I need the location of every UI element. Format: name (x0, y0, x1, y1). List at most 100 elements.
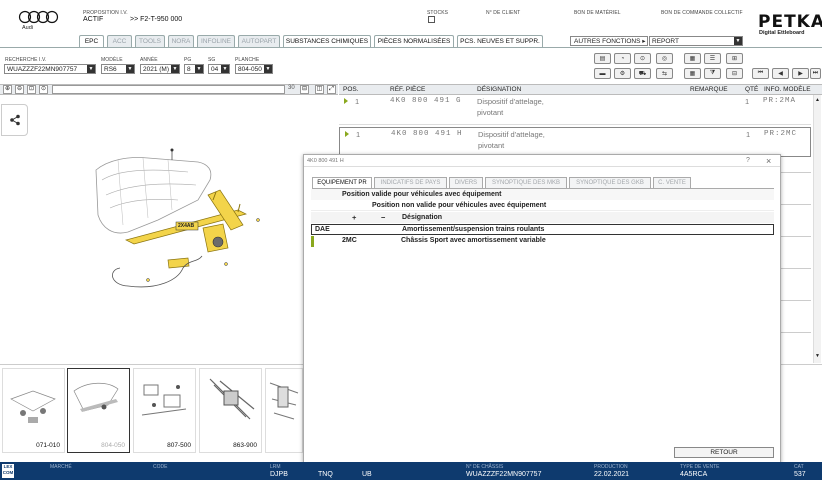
filter-icon[interactable]: ⧩ (704, 68, 721, 79)
annee-select[interactable]: 2021 (M) ▼ (140, 64, 180, 74)
tab-infoline[interactable]: INFOLINE (197, 35, 235, 47)
zoom-level: 30 (288, 85, 295, 91)
last-icon[interactable]: ⏭ (810, 68, 821, 79)
fit-width-icon[interactable]: ⊟ (300, 85, 309, 94)
sg-select[interactable]: 04 ▼ (208, 64, 230, 74)
basket-icon[interactable]: ⊟ (726, 68, 743, 79)
table-row[interactable]: 1 4K0 800 491 H Dispositif d'attelage, p… (339, 127, 811, 157)
pr-row-selected[interactable]: DAE Amortissement/suspension trains roul… (311, 224, 774, 235)
tab-synoptique-gkb[interactable]: SYNOPTIQUE DES GKB (569, 177, 651, 188)
zoom-fit-icon[interactable]: ⊡ (27, 85, 36, 94)
thumbnail-label: 804-050 (101, 442, 125, 449)
report-select-value: REPORT (652, 37, 679, 45)
col-pos: POS. (343, 86, 359, 93)
tab-autopart[interactable]: AUTOPART (238, 35, 280, 47)
row-divider (781, 300, 811, 301)
report-select[interactable]: REPORT ▼ (649, 36, 743, 46)
planche-select[interactable]: 804-050 ▼ (235, 64, 273, 74)
retour-button[interactable]: RETOUR (674, 447, 774, 458)
doc-icon[interactable]: ▦ (684, 53, 701, 64)
stocks-checkbox[interactable] (428, 16, 435, 23)
prev-icon[interactable]: ◀ (772, 68, 789, 79)
row-divider (781, 268, 811, 269)
col-minus: − (381, 213, 386, 222)
scroll-up-icon[interactable]: ▲ (815, 97, 820, 103)
row-marker-icon (345, 131, 349, 137)
tab-pieces-normalisees[interactable]: PIÈCES NORMALISÉES (374, 35, 454, 47)
part-search-input[interactable] (52, 85, 285, 94)
zoom-out-icon[interactable]: ⊖ (15, 85, 24, 94)
proposition-ref: >> F2-T-950 000 (130, 16, 183, 23)
commande-label: BON DE COMMANDE COLLECTIF (661, 10, 743, 16)
row-desig-1: Dispositif d'attelage, (477, 97, 544, 106)
tabbar-baseline (0, 47, 822, 48)
settings-icon[interactable]: ⚙ (614, 68, 631, 79)
type-label: TYPE DE VENTE (680, 464, 720, 470)
table-row[interactable]: 1 4K0 800 491 G Dispositif d'attelage, p… (339, 95, 811, 125)
cat-label: CAT (794, 464, 804, 470)
tab-epc[interactable]: EPC (79, 35, 104, 47)
tab-equipement-pr[interactable]: EQUIPEMENT PR (312, 177, 372, 188)
lrm-label: LRM (270, 464, 281, 470)
diagram-callout[interactable]: 2X4AB (178, 223, 194, 229)
pg-select[interactable]: 8 ▼ (184, 64, 204, 74)
brand-label: Audi (22, 25, 34, 31)
tab-pcs-neuves[interactable]: PCS. NEUVES ET SUPPR. (457, 35, 543, 47)
lrm-value: DJPB (270, 471, 288, 478)
pr-code: 2MC (342, 237, 357, 244)
chevron-down-icon: ▼ (126, 65, 134, 73)
row-divider (781, 236, 811, 237)
print-icon[interactable]: ▤ (594, 53, 611, 64)
modele-select[interactable]: RS6 ▼ (101, 64, 135, 74)
wheel-icon[interactable]: ◎ (656, 53, 673, 64)
thumbnail[interactable] (265, 368, 303, 453)
split-view-icon[interactable]: ◫ (315, 85, 324, 94)
vin-label: N° DE CHÂSSIS (466, 464, 504, 470)
prod-value: 22.02.2021 (594, 471, 630, 478)
close-icon[interactable]: × (766, 156, 771, 166)
next-icon[interactable]: ▶ (792, 68, 809, 79)
row-qty: 1 (745, 97, 750, 106)
tab-substances-chimiques[interactable]: SUBSTANCES CHIMIQUES (283, 35, 371, 47)
row-desig-2: pivotant (478, 141, 505, 150)
tab-c-vente[interactable]: C. VENTE (653, 177, 691, 188)
tab-nora[interactable]: NORA (168, 35, 194, 47)
share-button[interactable] (1, 104, 28, 136)
autres-fonctions-button[interactable]: AUTRES FONCTIONS ▸ (570, 36, 648, 46)
thumbnail[interactable]: 807-500 (133, 368, 196, 453)
fullscreen-icon[interactable]: ⤢ (327, 85, 336, 94)
cat-value: 537 (794, 471, 806, 478)
thumbnail[interactable]: 071-010 (2, 368, 65, 453)
tab-divers[interactable]: DIVERS (449, 177, 483, 188)
car-icon[interactable]: ⛟ (634, 68, 651, 79)
keyboard-icon[interactable]: ▬ (594, 68, 611, 79)
zoom-in-icon[interactable]: ⊕ (3, 85, 12, 94)
help-icon[interactable]: ? (746, 157, 750, 164)
row-desig-1: Dispositif d'attelage, (478, 130, 545, 139)
lex-logo: LEX COM (2, 464, 14, 478)
vin-search-select[interactable]: WUAZZZF22MN907757 ▼ (4, 64, 96, 74)
dialog-title: 4K0 800 491 H (307, 158, 344, 164)
tab-tools[interactable]: TOOLS (135, 35, 165, 47)
tab-synoptique-mkb[interactable]: SYNOPTIQUE DES MKB (485, 177, 567, 188)
history-icon[interactable]: ◔ (614, 53, 631, 64)
parts-diagram[interactable]: 2X4AB (88, 140, 298, 300)
scroll-down-icon[interactable]: ▼ (815, 353, 820, 359)
search-vehicle-icon[interactable]: ⊙ (634, 53, 651, 64)
chevron-down-icon: ▼ (221, 65, 229, 73)
route-icon[interactable]: ⇆ (656, 68, 673, 79)
parts-scrollbar[interactable]: ▲ ▼ (813, 95, 821, 363)
col-plus: + (352, 213, 357, 222)
pr-valid-marker (311, 236, 314, 247)
col-info: INFO. MODÈLE (764, 86, 811, 93)
first-icon[interactable]: ⏮ (752, 68, 769, 79)
list-icon[interactable]: ☰ (704, 53, 721, 64)
table-icon[interactable]: ▦ (684, 68, 701, 79)
cart-icon[interactable]: ⊞ (726, 53, 743, 64)
thumbnail[interactable]: 863-900 (199, 368, 262, 453)
thumbnail-selected[interactable]: 804-050 (67, 368, 130, 453)
tab-acc[interactable]: ACC (107, 35, 132, 47)
tab-indicatifs-pays[interactable]: INDICATIFS DE PAYS (374, 177, 447, 188)
zoom-reset-icon[interactable]: ⊙ (39, 85, 48, 94)
pr-row[interactable]: 2MC Châssis Sport avec amortissement var… (311, 236, 774, 247)
